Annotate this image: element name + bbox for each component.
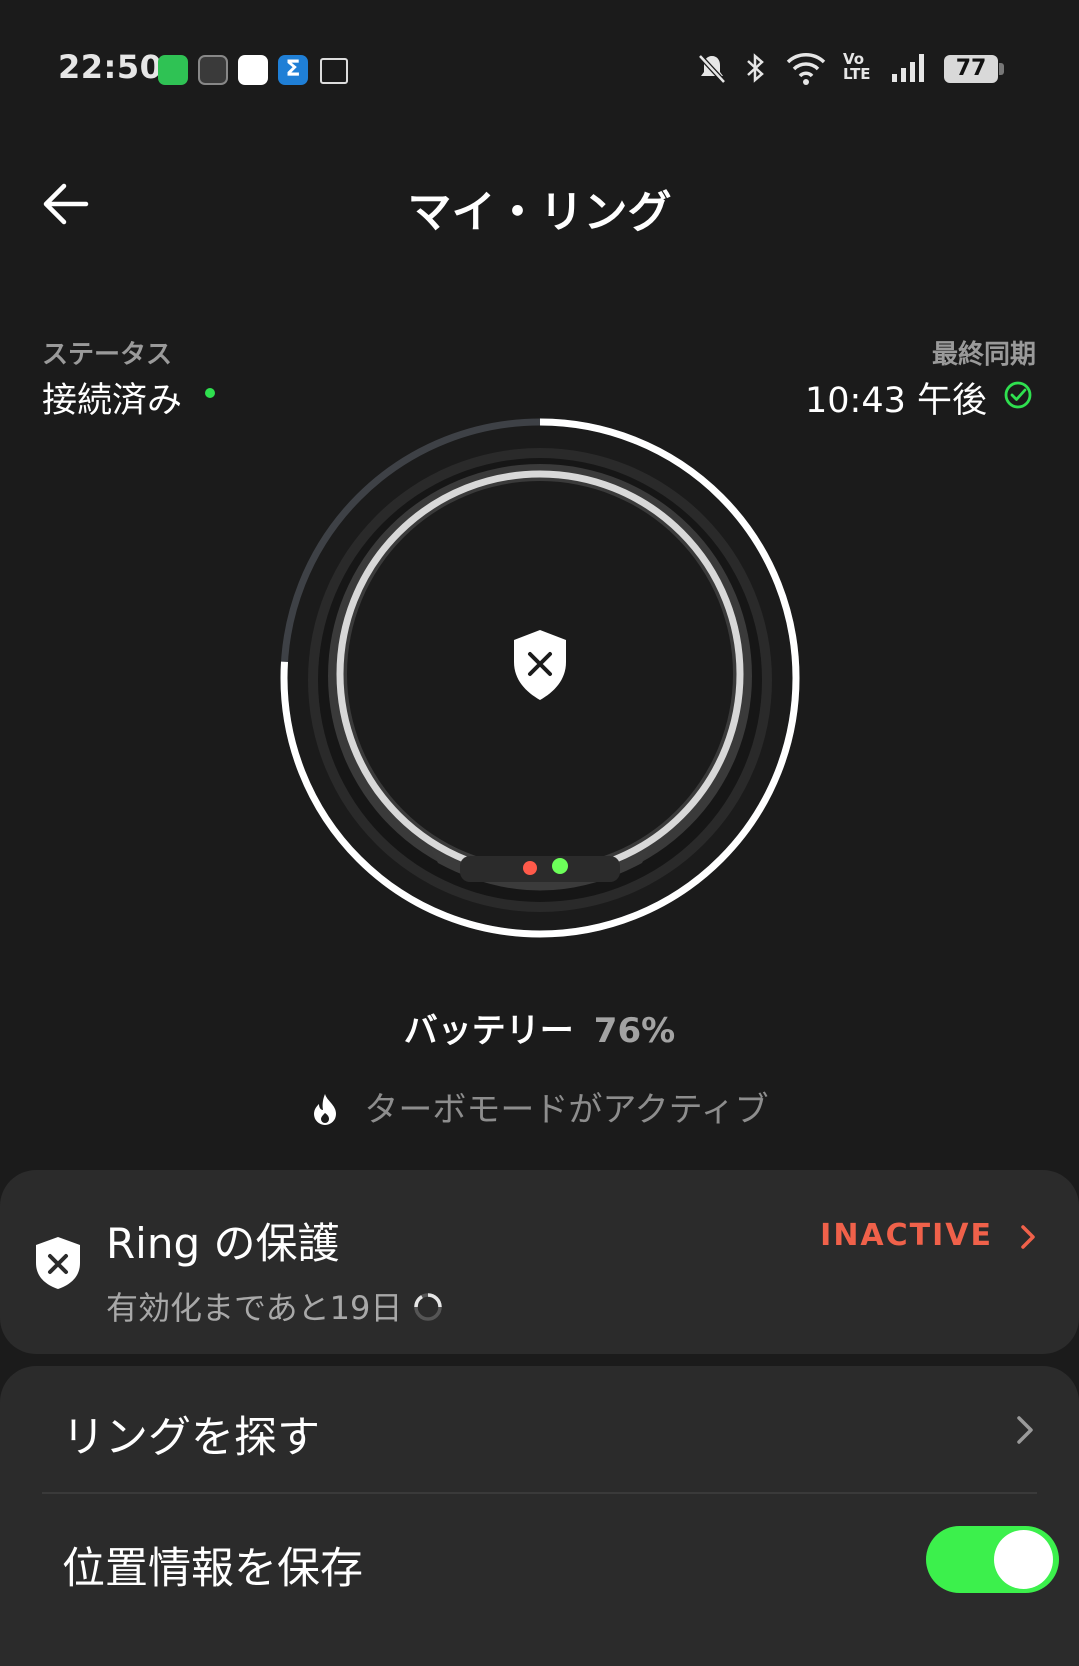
status-value: 接続済み [42, 381, 183, 421]
battery-nub [999, 63, 1004, 75]
shield-x-icon [36, 1237, 80, 1289]
mute-icon [698, 54, 726, 84]
status-time: 22:50 [58, 48, 163, 86]
find-ring-item[interactable]: リングを探す [62, 1403, 320, 1465]
line-app-icon [158, 55, 188, 85]
last-sync-value: 10:43 午後 [805, 381, 987, 421]
progress-ring-icon [414, 1293, 443, 1321]
protection-status-badge: INACTIVE [820, 1218, 993, 1253]
save-location-item: 位置情報を保存 [62, 1544, 363, 1594]
battery-app-icon [198, 55, 228, 85]
page-title: マイ・リング [407, 187, 672, 238]
battery-label: バッテリー [403, 1011, 574, 1051]
turbo-mode-text: ターボモードがアクティブ [364, 1090, 769, 1130]
connected-dot [205, 388, 215, 398]
protection-subtitle-row: 有効化まであと19日 [106, 1283, 444, 1329]
chevron-right-icon[interactable] [1018, 1222, 1038, 1252]
protection-title: Ring の保護 [106, 1219, 340, 1268]
toggle-knob[interactable] [994, 1530, 1053, 1589]
last-sync-label: 最終同期 [931, 340, 1036, 370]
calendar-icon [320, 58, 348, 84]
signal-icon [892, 54, 924, 82]
flame-icon [314, 1094, 337, 1125]
wifi-icon [786, 53, 826, 85]
turbo-mode-row: ターボモードがアクティブ [0, 1082, 1079, 1131]
battery-indicator: 77 [944, 55, 998, 83]
bluetooth-icon [747, 53, 764, 83]
photos-app-icon [238, 55, 268, 85]
chevron-right-icon[interactable] [1014, 1413, 1036, 1447]
list-divider [42, 1492, 1037, 1494]
battery-value: 76% [593, 1011, 676, 1051]
ring-battery-graphic [280, 418, 800, 938]
sigma-app-icon: Σ [278, 55, 308, 85]
status-label: ステータス [42, 340, 173, 370]
protection-subtitle: 有効化まであと19日 [106, 1289, 403, 1327]
check-circle-icon [1004, 381, 1032, 409]
battery-row: バッテリー 76% [0, 1003, 1079, 1052]
volte-icon: Vo LTE [843, 50, 871, 83]
